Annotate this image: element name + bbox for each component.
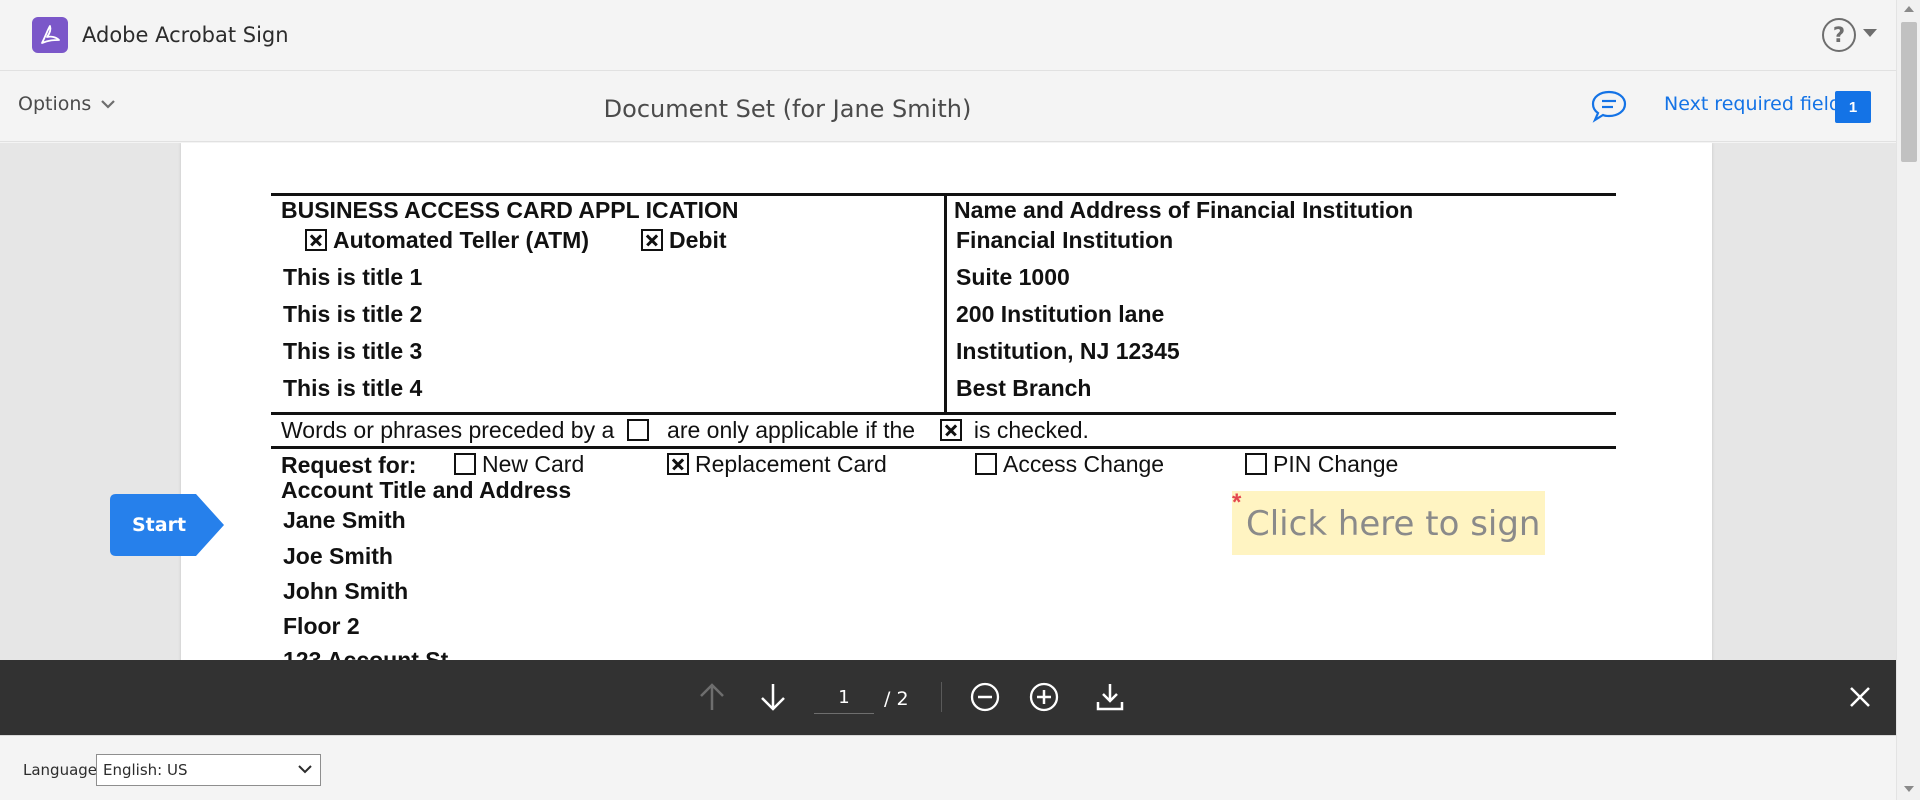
notice-empty-checkbox xyxy=(626,419,649,441)
request-option-pin-change: PIN Change xyxy=(1245,451,1398,478)
request-option-replacement: Replacement Card xyxy=(667,451,887,478)
request-option-new-card: New Card xyxy=(454,451,584,478)
form-title: BUSINESS ACCESS CARD APPL ICATION xyxy=(281,197,739,223)
scroll-down-icon[interactable] xyxy=(1904,786,1914,792)
comment-icon[interactable] xyxy=(1590,89,1628,123)
title-line: This is title 3 xyxy=(283,338,423,364)
app-title: Adobe Acrobat Sign xyxy=(82,23,289,47)
title-line: This is title 2 xyxy=(283,301,423,327)
institution-header: Name and Address of Financial Institutio… xyxy=(954,197,1414,223)
language-value: English: US xyxy=(103,761,188,779)
account-line: John Smith xyxy=(283,578,409,604)
account-line: Floor 2 xyxy=(283,613,360,639)
atm-label: Automated Teller (ATM) xyxy=(333,227,589,253)
help-glyph: ? xyxy=(1832,23,1846,47)
replacement-card-checkbox xyxy=(667,453,689,475)
page-navigation-toolbar: / 2 xyxy=(0,660,1896,735)
arrow-down-icon[interactable] xyxy=(756,680,790,714)
close-icon[interactable] xyxy=(1843,680,1877,714)
institution-line: Best Branch xyxy=(956,375,1092,401)
app-header: Adobe Acrobat Sign ? xyxy=(0,0,1896,71)
title-line: This is title 1 xyxy=(283,264,423,290)
language-select[interactable]: English: US xyxy=(96,754,321,786)
document-page: BUSINESS ACCESS CARD APPL ICATION Automa… xyxy=(181,143,1712,660)
notice-part1: Words or phrases preceded by a xyxy=(281,417,615,443)
document-viewer[interactable]: BUSINESS ACCESS CARD APPL ICATION Automa… xyxy=(0,143,1896,660)
notice-text: Words or phrases preceded by a are only … xyxy=(281,417,1089,444)
request-label: Request for: xyxy=(281,452,417,478)
start-label: Start xyxy=(132,514,187,536)
help-menu-caret-icon[interactable] xyxy=(1863,29,1877,37)
page-total: / 2 xyxy=(884,688,909,710)
atm-option: Automated Teller (ATM) xyxy=(305,227,589,254)
pin-change-checkbox xyxy=(1245,453,1267,475)
debit-option: Debit xyxy=(641,227,727,254)
required-field-count-badge[interactable]: 1 xyxy=(1835,91,1871,123)
new-card-label: New Card xyxy=(482,451,585,477)
account-line: Jane Smith xyxy=(283,507,406,533)
request-option-access-change: Access Change xyxy=(975,451,1164,478)
zoom-out-icon[interactable] xyxy=(968,680,1002,714)
replacement-card-label: Replacement Card xyxy=(695,451,887,477)
new-card-checkbox xyxy=(454,453,476,475)
access-change-label: Access Change xyxy=(1003,451,1165,477)
signature-prompt[interactable]: Click here to sign xyxy=(1246,504,1540,544)
zoom-in-icon[interactable] xyxy=(1027,680,1061,714)
title-line: This is title 4 xyxy=(283,375,423,401)
notice-part3: is checked. xyxy=(973,417,1089,443)
institution-line: 200 Institution lane xyxy=(956,301,1165,327)
account-line: 123 Account St xyxy=(283,647,449,660)
footer: Language English: US xyxy=(0,735,1896,800)
account-line: Joe Smith xyxy=(283,543,393,569)
atm-checkbox xyxy=(305,229,327,251)
access-change-checkbox xyxy=(975,453,997,475)
page-scrollbar[interactable] xyxy=(1896,0,1920,800)
scroll-thumb[interactable] xyxy=(1901,22,1917,162)
arrow-up-icon[interactable] xyxy=(695,680,729,714)
document-toolbar: Options Document Set (for Jane Smith) Ne… xyxy=(0,71,1896,142)
notice-part2: are only applicable if the xyxy=(667,417,916,443)
download-icon[interactable] xyxy=(1093,680,1127,714)
divider xyxy=(271,446,1616,449)
divider xyxy=(271,412,1616,415)
acrobat-logo-icon xyxy=(32,17,68,53)
institution-line: Financial Institution xyxy=(956,227,1174,253)
pin-change-label: PIN Change xyxy=(1273,451,1399,477)
debit-label: Debit xyxy=(669,227,727,253)
scroll-up-icon[interactable] xyxy=(1904,6,1914,12)
help-icon[interactable]: ? xyxy=(1822,18,1856,52)
notice-checked-checkbox xyxy=(939,419,962,441)
institution-line: Suite 1000 xyxy=(956,264,1070,290)
next-required-field-link[interactable]: Next required field xyxy=(1664,93,1841,115)
page-number-input[interactable] xyxy=(814,682,874,714)
start-button[interactable]: Start xyxy=(110,494,225,556)
toolbar-divider xyxy=(941,682,942,712)
language-label: Language xyxy=(23,761,98,779)
account-header: Account Title and Address xyxy=(281,477,572,503)
debit-checkbox xyxy=(641,229,663,251)
required-marker: * xyxy=(1232,489,1242,516)
institution-line: Institution, NJ 12345 xyxy=(956,338,1180,364)
document-title: Document Set (for Jane Smith) xyxy=(603,95,972,123)
chevron-down-icon xyxy=(298,765,312,774)
divider xyxy=(944,193,947,413)
